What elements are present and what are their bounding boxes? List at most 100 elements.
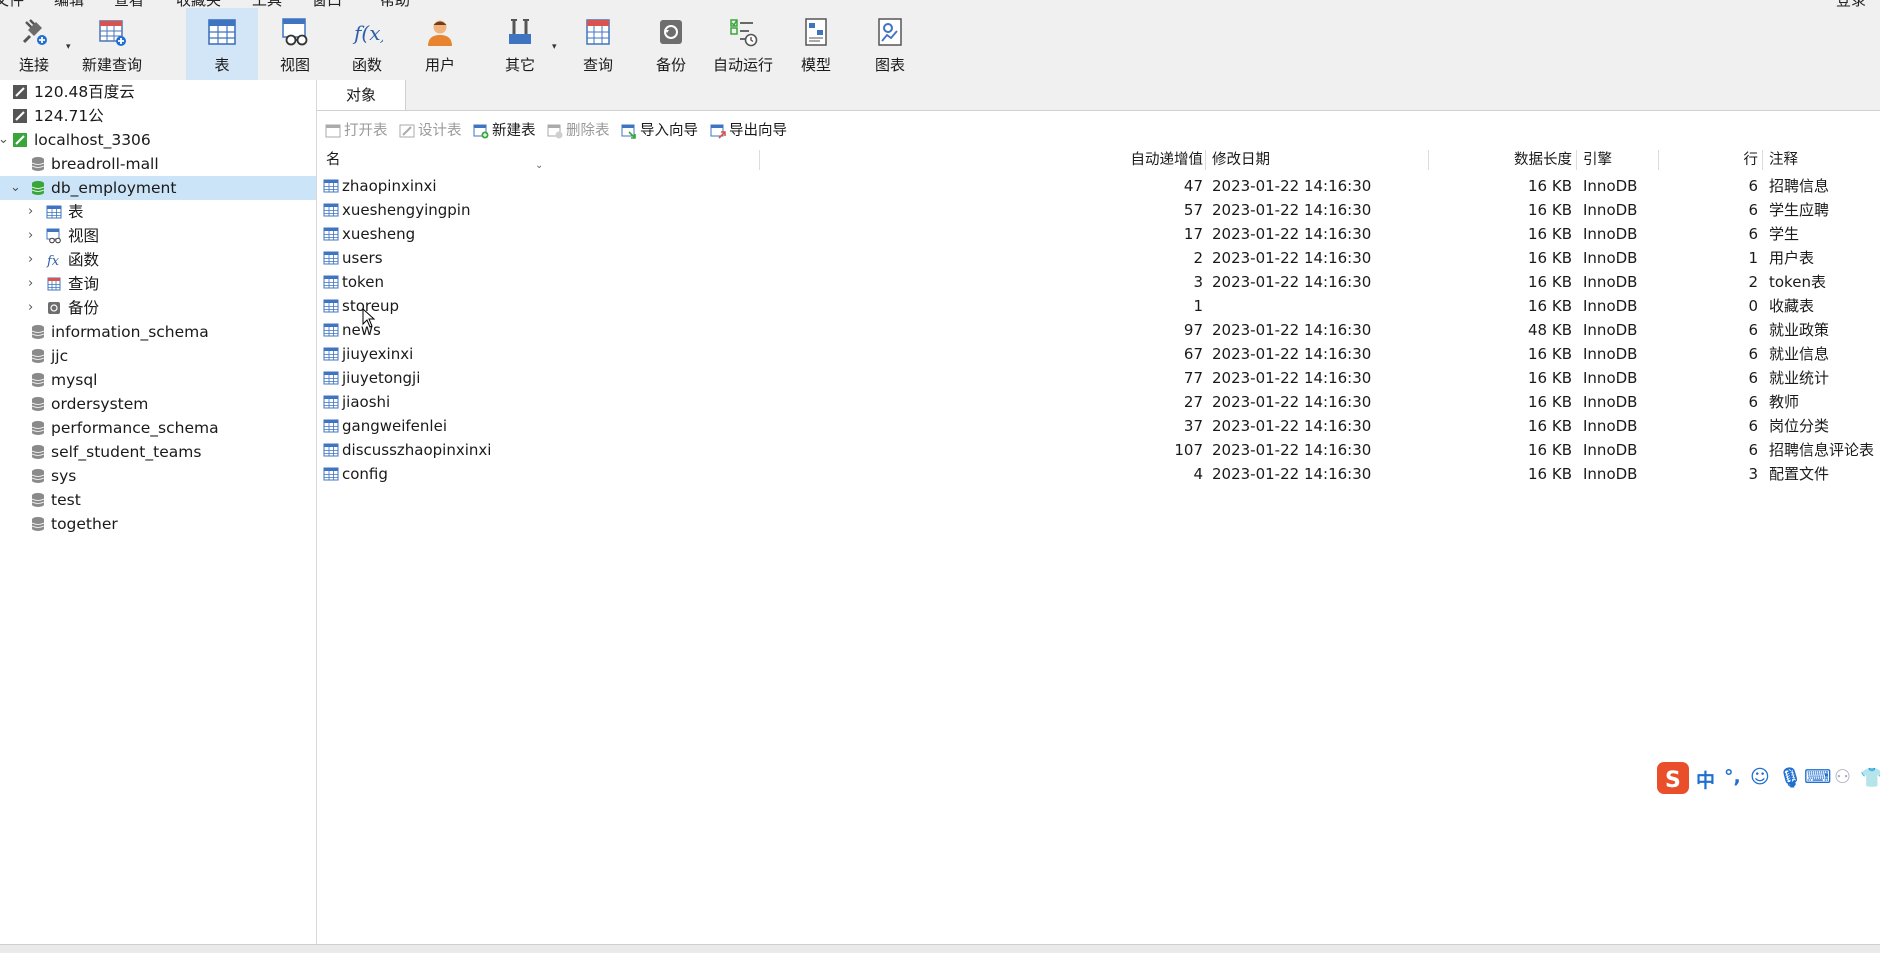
table-row[interactable]: discusszhaopinxinxi 107 2023-01-22 14:16:3…: [317, 438, 1880, 462]
database-item[interactable]: jjc: [0, 344, 316, 368]
column-header-auto-inc[interactable]: 自动递增值: [757, 148, 1204, 172]
cell-auto-inc: 3: [1193, 273, 1203, 291]
table-row[interactable]: jiaoshi 27 2023-01-22 14:16:30 16 KB InnoDB 6…: [317, 390, 1880, 414]
menu-help[interactable]: 帮助: [380, 0, 410, 8]
table-row[interactable]: gangweifenlei 37 2023-01-22 14:16:30 16 KB I…: [317, 414, 1880, 438]
connection-item-localhost[interactable]: ⌄ localhost_3306: [0, 128, 316, 152]
column-header-data-length[interactable]: 数据长度: [1430, 148, 1572, 172]
query-label: 查询: [582, 56, 613, 74]
tree-node-views[interactable]: › 视图: [0, 224, 316, 248]
column-header-rows[interactable]: 行: [1660, 148, 1759, 172]
table-icon: [46, 205, 62, 219]
microphone-icon[interactable]: 🎙: [1778, 766, 1802, 789]
database-icon: [31, 397, 45, 411]
tree-node-backups[interactable]: › 备份: [0, 296, 316, 320]
cell-auto-inc: 1: [1193, 297, 1203, 315]
database-item[interactable]: sys: [0, 464, 316, 488]
view-button[interactable]: 视图: [260, 8, 330, 80]
ime-punctuation-toggle[interactable]: °,: [1724, 766, 1741, 788]
database-item[interactable]: self_student_teams: [0, 440, 316, 464]
column-header-modified[interactable]: 修改日期: [1212, 148, 1270, 172]
menu-tools[interactable]: 工具: [252, 0, 282, 8]
table-row[interactable]: token 3 2023-01-22 14:16:30 16 KB InnoDB 2 tok…: [317, 270, 1880, 294]
table-icon: [323, 227, 339, 241]
cell-comment: 教师: [1769, 393, 1800, 411]
chevron-right-icon[interactable]: ›: [28, 248, 33, 272]
database-item[interactable]: together: [0, 512, 316, 536]
cell-engine: InnoDB: [1583, 177, 1638, 195]
menu-window[interactable]: 窗口: [312, 0, 342, 8]
chart-button[interactable]: 图表: [856, 8, 924, 80]
table-row[interactable]: jiuyexinxi 67 2023-01-22 14:16:30 16 KB Inno…: [317, 342, 1880, 366]
keyboard-icon[interactable]: ⌨: [1804, 766, 1831, 788]
cell-comment: 收藏表: [1769, 297, 1815, 315]
emoji-icon[interactable]: ☺: [1750, 766, 1770, 788]
table-row[interactable]: jiuyetongji 77 2023-01-22 14:16:30 16 KB Inn…: [317, 366, 1880, 390]
table-row[interactable]: xueshengyingpin 57 2023-01-22 14:16:30 16 K…: [317, 198, 1880, 222]
table-row[interactable]: storeup 1 16 KB InnoDB 0 收藏表: [317, 294, 1880, 318]
other-dropdown[interactable]: ▾: [550, 8, 562, 80]
database-item[interactable]: information_schema: [0, 320, 316, 344]
plug-icon: [22, 19, 47, 45]
cell-comment: 招聘信息: [1769, 177, 1830, 195]
database-item[interactable]: performance_schema: [0, 416, 316, 440]
connection-item[interactable]: 124.71公: [0, 104, 316, 128]
database-item-selected[interactable]: ⌄ db_employment: [0, 176, 316, 200]
table-row[interactable]: users 2 2023-01-22 14:16:30 16 KB InnoDB 1 用户表: [317, 246, 1880, 270]
table-row[interactable]: zhaopinxinxi 47 2023-01-22 14:16:30 16 KB In…: [317, 174, 1880, 198]
database-item[interactable]: test: [0, 488, 316, 512]
database-item[interactable]: ordersystem: [0, 392, 316, 416]
tree-node-functions[interactable]: › fx 函数: [0, 248, 316, 272]
cell-rows: 6: [1748, 345, 1758, 363]
sogou-logo-icon[interactable]: S: [1656, 761, 1690, 795]
model-label: 模型: [800, 56, 831, 74]
model-button[interactable]: 模型: [782, 8, 850, 80]
column-header-engine[interactable]: 引擎: [1583, 148, 1612, 172]
connection-item[interactable]: 120.48百度云: [0, 80, 316, 104]
chevron-down-icon[interactable]: ⌄: [10, 176, 21, 200]
table-button[interactable]: 表: [186, 8, 258, 80]
ime-mode-toggle[interactable]: 中: [1696, 766, 1715, 793]
connect-dropdown[interactable]: ▾: [64, 8, 74, 80]
menu-edit[interactable]: 编辑: [54, 0, 84, 8]
connect-button[interactable]: 连接: [4, 8, 64, 80]
chevron-right-icon[interactable]: ›: [28, 200, 33, 224]
cell-auto-inc: 4: [1193, 465, 1203, 483]
cell-modified: 2023-01-22 14:16:30: [1212, 441, 1372, 459]
table-icon: [323, 395, 339, 409]
function-button[interactable]: f(x) 函数: [332, 8, 402, 80]
new-query-button[interactable]: 新建查询: [76, 8, 148, 80]
other-button[interactable]: 其它: [486, 8, 554, 80]
chevron-down-icon[interactable]: ⌄: [0, 128, 9, 152]
table-row[interactable]: news 97 2023-01-22 14:16:30 48 KB InnoDB 6 就业政…: [317, 318, 1880, 342]
database-item[interactable]: mysql: [0, 368, 316, 392]
table-row[interactable]: config 4 2023-01-22 14:16:30 16 KB InnoDB 3 配置…: [317, 462, 1880, 486]
table-row[interactable]: xuesheng 17 2023-01-22 14:16:30 16 KB InnoDB…: [317, 222, 1880, 246]
auto-run-button[interactable]: 自动运行: [706, 8, 780, 80]
skin-icon[interactable]: 👕: [1860, 766, 1880, 789]
tree-node-queries[interactable]: › 查询: [0, 272, 316, 296]
cell-data-length: 16 KB: [1528, 273, 1572, 291]
query-button[interactable]: 查询: [564, 8, 632, 80]
user-button[interactable]: 用户: [404, 8, 476, 80]
menu-file[interactable]: 文件: [0, 0, 24, 8]
backup-button[interactable]: 备份: [636, 8, 706, 80]
table-icon: [323, 419, 339, 433]
menu-favorites[interactable]: 收藏夹: [176, 0, 221, 8]
cell-engine: InnoDB: [1583, 417, 1638, 435]
chevron-right-icon[interactable]: ›: [28, 272, 33, 296]
chevron-right-icon[interactable]: ›: [28, 224, 33, 248]
column-header-name[interactable]: 名: [326, 148, 341, 172]
cell-modified: 2023-01-22 14:16:30: [1212, 225, 1372, 243]
chevron-right-icon[interactable]: ›: [28, 296, 33, 320]
column-header-comment[interactable]: 注释: [1769, 148, 1798, 172]
login-link[interactable]: 登录: [1836, 0, 1866, 8]
tree-node-tables[interactable]: › 表: [0, 200, 316, 224]
view-icon: [46, 228, 61, 244]
cell-modified: 2023-01-22 14:16:30: [1212, 177, 1372, 195]
menu-view[interactable]: 查看: [114, 0, 144, 8]
model-icon: [805, 18, 827, 46]
tab-objects[interactable]: 对象: [317, 80, 406, 110]
database-item[interactable]: breadroll-mall: [0, 152, 316, 176]
user-center-icon[interactable]: ⚇: [1834, 766, 1851, 788]
